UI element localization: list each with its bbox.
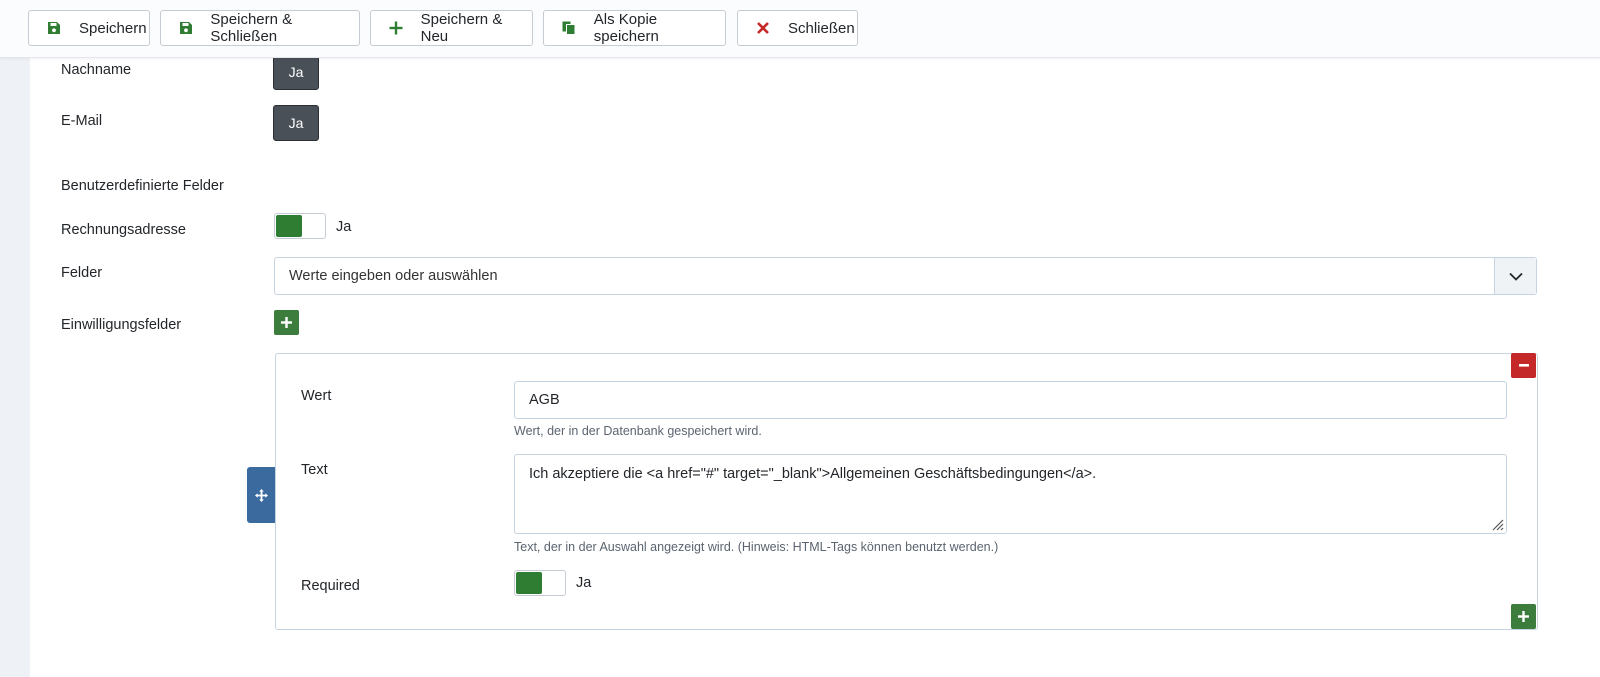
switch-knob (276, 215, 302, 237)
save-button[interactable]: Speichern (28, 10, 150, 46)
move-arrows-icon (254, 488, 268, 502)
text-textarea[interactable]: Ich akzeptiere die <a href="#" target="_… (514, 454, 1507, 534)
close-button-label: Schließen (788, 19, 855, 37)
save-new-button[interactable]: Speichern & Neu (370, 10, 533, 46)
text-help-text: Text, der in der Auswahl angezeigt wird.… (514, 540, 999, 554)
felder-select-placeholder: Werte eingeben oder auswählen (289, 268, 498, 284)
wert-input[interactable]: AGB (514, 381, 1507, 419)
save-button-label: Speichern (79, 19, 147, 37)
wert-input-value: AGB (529, 392, 560, 408)
custom-fields-heading: Benutzerdefinierte Felder (61, 178, 224, 194)
minus-icon (1518, 364, 1529, 367)
rechnungsadresse-switch[interactable] (274, 213, 326, 239)
save-close-button-label: Speichern & Schließen (210, 11, 293, 45)
add-row-after-button[interactable] (1511, 604, 1536, 629)
nachname-toggle-button[interactable]: Ja (273, 54, 319, 90)
main-content: Nachname Ja E-Mail Ja Benutzerdefinierte… (30, 54, 1600, 677)
save-copy-button-label: Als Kopie speichern (593, 11, 659, 45)
save-new-button-label: Speichern & Neu (420, 11, 503, 45)
toolbar: Speichern Speichern & Schließen Speicher… (0, 0, 1600, 58)
resize-handle-icon[interactable] (1490, 517, 1504, 531)
felder-label: Felder (61, 265, 103, 281)
required-label: Required (301, 578, 360, 594)
wert-label: Wert (301, 388, 332, 404)
add-consent-field-button[interactable] (274, 310, 299, 335)
switch-knob (516, 572, 542, 594)
einwilligung-label: Einwilligungsfelder (61, 317, 182, 333)
rechnungsadresse-switch-label: Ja (336, 219, 352, 235)
consent-subform-row: Wert AGB Wert, der in der Datenbank gesp… (275, 353, 1538, 630)
text-label: Text (301, 462, 328, 478)
plus-icon (385, 21, 407, 35)
felder-select[interactable]: Werte eingeben oder auswählen (274, 257, 1537, 295)
required-switch[interactable] (514, 570, 566, 596)
nachname-label: Nachname (61, 62, 132, 78)
plus-icon (281, 317, 292, 328)
plus-icon (1518, 611, 1529, 622)
rechnungsadresse-label: Rechnungsadresse (61, 222, 186, 238)
save-copy-button[interactable]: Als Kopie speichern (543, 10, 726, 46)
email-toggle-button[interactable]: Ja (273, 105, 319, 141)
move-row-handle[interactable] (247, 467, 275, 523)
required-switch-label: Ja (576, 575, 592, 591)
email-label: E-Mail (61, 113, 103, 129)
floppy-disk-icon (175, 21, 196, 35)
close-button[interactable]: Schließen (737, 10, 858, 46)
x-icon (752, 22, 774, 34)
remove-row-button[interactable] (1511, 353, 1536, 378)
chevron-down-icon[interactable] (1494, 258, 1536, 294)
text-textarea-value: Ich akzeptiere die <a href="#" target="_… (529, 466, 1097, 482)
save-close-button[interactable]: Speichern & Schließen (160, 10, 360, 46)
wert-help-text: Wert, der in der Datenbank gespeichert w… (514, 424, 762, 438)
copy-icon (558, 21, 580, 35)
floppy-disk-icon (43, 21, 65, 35)
